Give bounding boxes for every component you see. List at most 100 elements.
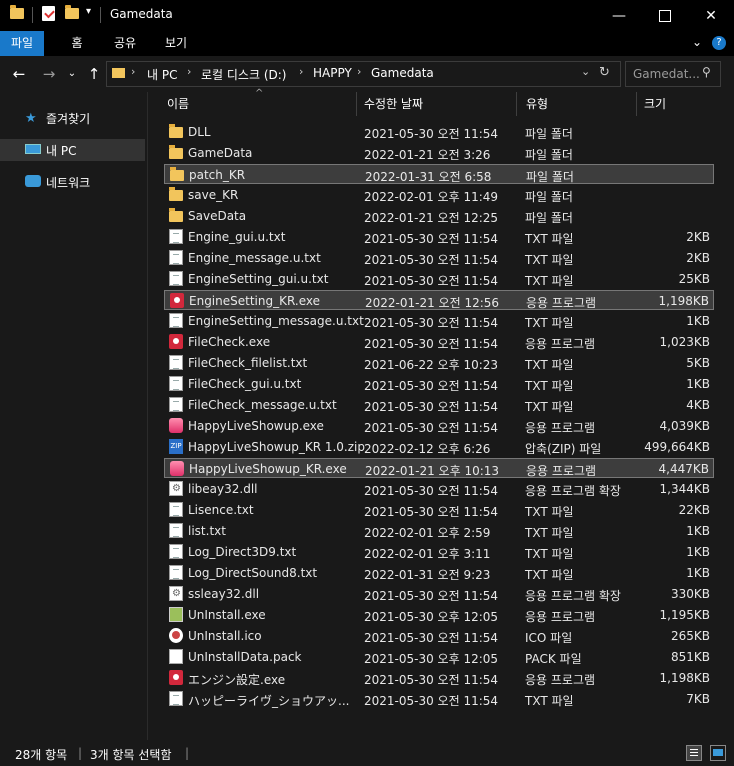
file-type: PACK 파일 [525, 652, 582, 666]
tab-file[interactable]: 파일 [0, 31, 44, 56]
file-date: 2021-05-30 오전 11:54 [364, 421, 499, 435]
file-row[interactable]: GameData 2022-01-21 오전 3:26 파일 폴더 [164, 143, 714, 163]
breadcrumb-this-pc[interactable]: 내 PC [147, 66, 177, 83]
file-row[interactable]: EngineSetting_gui.u.txt 2021-05-30 오전 11:… [164, 269, 714, 289]
address-dropdown-chevron-icon[interactable]: ⌄ [581, 65, 590, 78]
tab-view[interactable]: 보기 [158, 31, 194, 56]
breadcrumb-gamedata[interactable]: Gamedata [371, 66, 434, 80]
file-date: 2021-05-30 오전 11:54 [364, 337, 499, 351]
file-size: 1,198KB [658, 294, 709, 308]
file-row[interactable]: UnInstall.ico 2021-05-30 오전 11:54 ICO 파일 26… [164, 626, 714, 646]
large-icons-view-icon[interactable] [710, 745, 726, 761]
file-size: 25KB [678, 272, 710, 286]
column-header-date[interactable]: 수정한 날짜 [364, 92, 514, 116]
file-type: TXT 파일 [525, 274, 574, 288]
item-count: 28개 항목 [15, 748, 68, 762]
file-row[interactable]: libeay32.dll 2021-05-30 오전 11:54 응용 프로그램 확… [164, 479, 714, 499]
text-file-icon [169, 691, 183, 706]
file-row[interactable]: Lisence.txt 2021-05-30 오전 11:54 TXT 파일 22KB [164, 500, 714, 520]
file-size: 1KB [686, 314, 710, 328]
minimize-button[interactable]: — [596, 0, 642, 31]
file-type: 응용 프로그램 확장 [525, 589, 621, 603]
application-icon [169, 670, 183, 685]
file-row[interactable]: FileCheck_filelist.txt 2021-06-22 오후 10:2… [164, 353, 714, 373]
file-date: 2021-06-22 오후 10:23 [364, 358, 499, 372]
details-view-icon[interactable] [686, 745, 702, 761]
file-row[interactable]: EngineSetting_KR.exe 2022-01-21 오전 12:56 응… [164, 290, 714, 310]
file-type: 파일 폴더 [525, 148, 573, 162]
file-row[interactable]: FileCheck_gui.u.txt 2021-05-30 오전 11:54 TX… [164, 374, 714, 394]
file-row[interactable]: Log_DirectSound8.txt 2022-01-31 오전 9:23 TX… [164, 563, 714, 583]
file-row[interactable]: DLL 2021-05-30 오전 11:54 파일 폴더 [164, 122, 714, 142]
maximize-button[interactable] [642, 0, 688, 31]
close-button[interactable]: ✕ [688, 0, 734, 31]
refresh-icon[interactable]: ↻ [599, 65, 610, 80]
column-divider[interactable] [356, 92, 357, 116]
file-row[interactable]: Engine_gui.u.txt 2021-05-30 오전 11:54 TXT 파… [164, 227, 714, 247]
file-name: EngineSetting_KR.exe [189, 294, 320, 308]
file-row[interactable]: save_KR 2022-02-01 오후 11:49 파일 폴더 [164, 185, 714, 205]
sidebar-item-quick-access[interactable]: ★ 즐겨찾기 [0, 107, 145, 129]
customize-toolbar-chevron-icon[interactable]: ▾ [86, 6, 91, 17]
breadcrumb-separator-icon: › [357, 65, 362, 78]
column-header-size[interactable]: 크기 [644, 92, 714, 116]
pack-file-icon [169, 649, 183, 664]
file-row[interactable]: EngineSetting_message.u.txt 2021-05-30 오전… [164, 311, 714, 331]
file-row[interactable]: ssleay32.dll 2021-05-30 오전 11:54 응용 프로그램 확… [164, 584, 714, 604]
file-row[interactable]: UnInstallData.pack 2021-05-30 오후 12:05 PAC… [164, 647, 714, 667]
breadcrumb-local-disk[interactable]: 로컬 디스크 (D:) [201, 66, 286, 83]
file-row[interactable]: list.txt 2022-02-01 오후 2:59 TXT 파일 1KB [164, 521, 714, 541]
file-row[interactable]: Log_Direct3D9.txt 2022-02-01 오후 3:11 TXT 파… [164, 542, 714, 562]
new-folder-icon[interactable] [65, 5, 79, 19]
column-divider[interactable] [636, 92, 637, 116]
file-row[interactable]: FileCheck_message.u.txt 2021-05-30 오전 11:… [164, 395, 714, 415]
properties-icon[interactable] [42, 6, 55, 21]
sidebar-item-this-pc[interactable]: 내 PC [0, 139, 145, 161]
address-bar[interactable]: › 내 PC › 로컬 디스크 (D:) › HAPPY › Gamedata … [106, 61, 621, 87]
file-row[interactable]: エンジン設定.exe 2021-05-30 오전 11:54 응용 프로그램 1,19… [164, 668, 714, 688]
file-date: 2021-05-30 오전 11:54 [364, 379, 499, 393]
file-row[interactable]: HappyLiveShowup.exe 2021-05-30 오전 11:54 응용… [164, 416, 714, 436]
back-arrow-icon[interactable]: ← [10, 64, 28, 84]
star-icon: ★ [25, 111, 37, 126]
file-row[interactable]: ハッピーライヴ_ショウアッ... 2021-05-30 오전 11:54 TXT 파… [164, 689, 714, 709]
file-date: 2022-01-21 오전 12:56 [365, 296, 500, 310]
file-row[interactable]: HappyLiveShowup_KR.exe 2022-01-21 오후 10:1… [164, 458, 714, 478]
file-row[interactable]: Engine_message.u.txt 2021-05-30 오전 11:54 T… [164, 248, 714, 268]
file-type: 응용 프로그램 [525, 610, 596, 624]
column-header-type[interactable]: 유형 [526, 92, 636, 116]
file-row[interactable]: FileCheck.exe 2021-05-30 오전 11:54 응용 프로그램 1… [164, 332, 714, 352]
selected-count: 3개 항목 선택함 [90, 748, 172, 762]
file-size: 4,447KB [658, 462, 709, 476]
help-icon[interactable]: ? [712, 36, 726, 50]
file-row[interactable]: patch_KR 2022-01-31 오전 6:58 파일 폴더 [164, 164, 714, 184]
folder-icon [169, 208, 183, 222]
column-header-name[interactable]: 이름 [167, 92, 355, 116]
text-file-icon [169, 397, 183, 412]
sidebar-item-network[interactable]: 네트워크 [0, 171, 145, 193]
expand-ribbon-chevron-icon[interactable]: ⌄ [692, 35, 702, 49]
application-icon [169, 334, 183, 349]
file-type: 응용 프로그램 [525, 337, 596, 351]
file-date: 2021-05-30 오전 11:54 [364, 127, 499, 141]
file-row[interactable]: ZIP HappyLiveShowup_KR 1.0.zip 2022-02-12 … [164, 437, 714, 457]
file-date: 2021-05-30 오전 11:54 [364, 631, 499, 645]
up-arrow-icon[interactable]: ↑ [86, 64, 102, 84]
scrollbar[interactable] [720, 92, 734, 740]
search-input[interactable]: Gamedat... ⚲ [625, 61, 721, 87]
file-date: 2022-02-01 오후 3:11 [364, 547, 491, 561]
file-type: 응용 프로그램 확장 [525, 484, 621, 498]
file-date: 2022-02-12 오후 6:26 [364, 442, 491, 456]
file-size: 265KB [670, 629, 710, 643]
breadcrumb-happy[interactable]: HAPPY [313, 66, 352, 80]
tab-share[interactable]: 공유 [108, 31, 142, 56]
recent-locations-chevron-icon[interactable]: ⌄ [66, 64, 78, 84]
forward-arrow-icon[interactable]: → [40, 64, 58, 84]
file-date: 2021-05-30 오전 11:54 [364, 694, 499, 708]
text-file-icon [169, 229, 183, 244]
text-file-icon [169, 355, 183, 370]
tab-home[interactable]: 홈 [62, 31, 92, 56]
file-row[interactable]: SaveData 2022-01-21 오전 12:25 파일 폴더 [164, 206, 714, 226]
column-divider[interactable] [516, 92, 517, 116]
file-row[interactable]: UnInstall.exe 2021-05-30 오후 12:05 응용 프로그램 1… [164, 605, 714, 625]
